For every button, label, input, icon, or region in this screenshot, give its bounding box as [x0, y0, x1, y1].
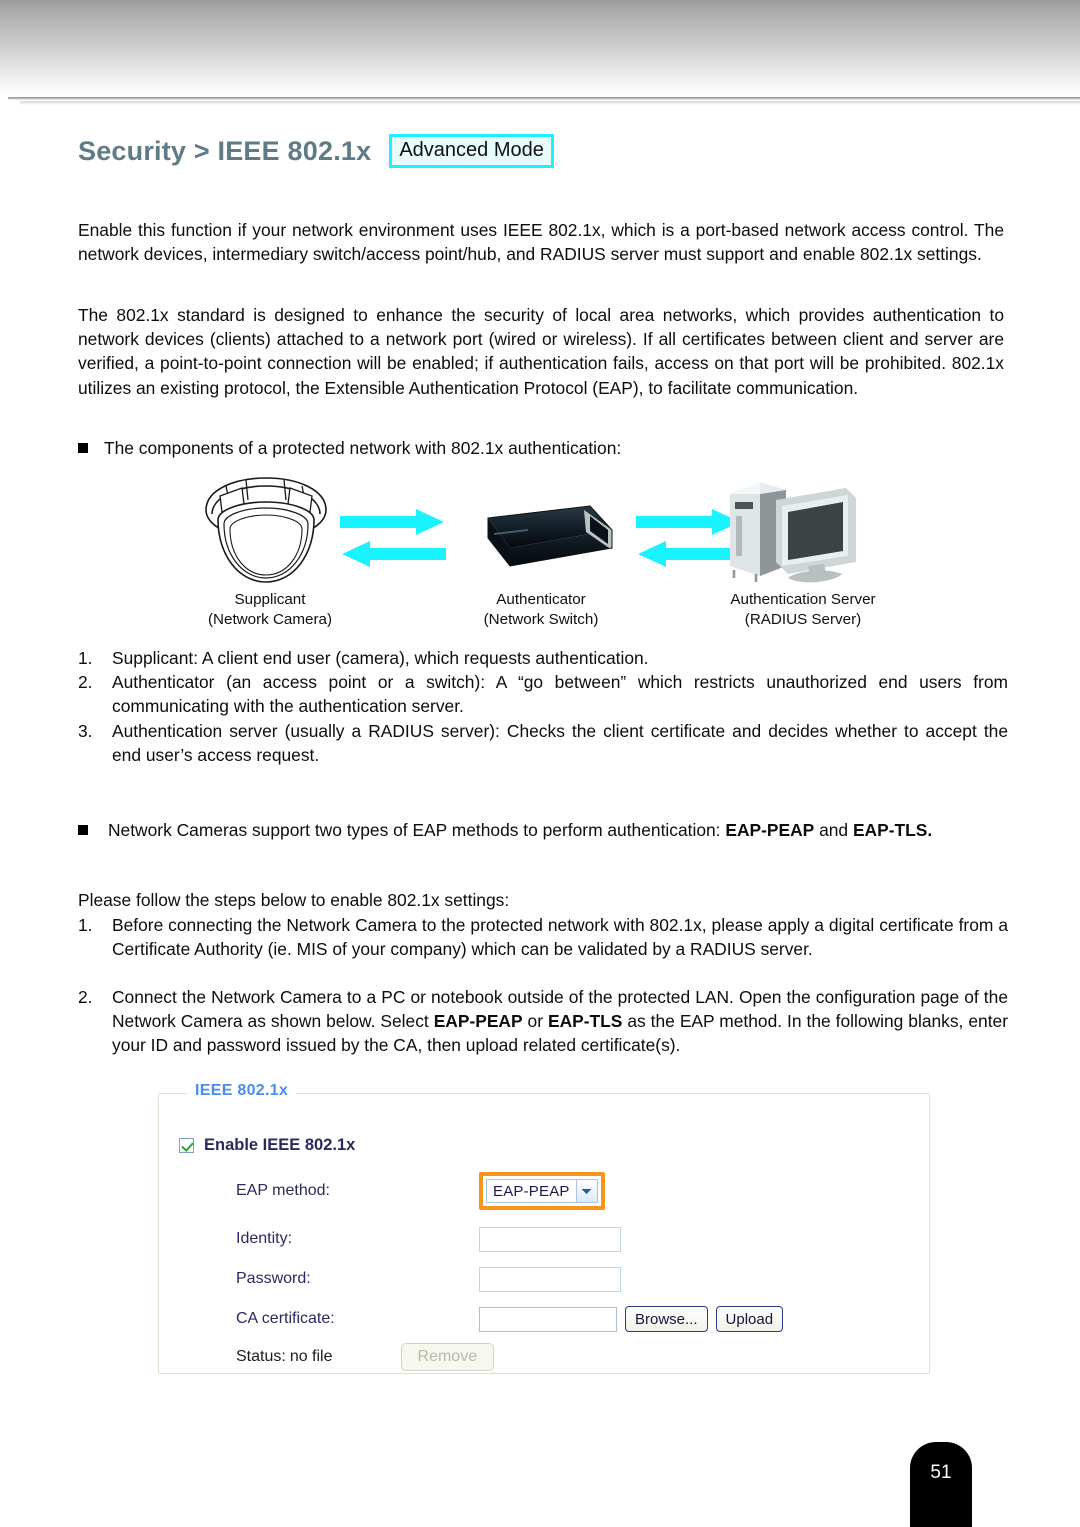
diagram-label-authenticator-title: Authenticator — [496, 591, 586, 608]
step-two-eap-tls: EAP-TLS — [547, 1011, 623, 1032]
status-label: Status: — [236, 1348, 286, 1365]
arrow-pair-camera-switch — [340, 508, 446, 570]
password-row: Password: — [179, 1262, 911, 1296]
components-bullet-text: The components of a protected network wi… — [104, 438, 622, 458]
page-title-row: Security > IEEE 802.1x Advanced Mode — [78, 134, 554, 168]
identity-input[interactable] — [479, 1226, 621, 1252]
page-title: Security > IEEE 802.1x — [78, 135, 372, 166]
ca-certificate-label: CA certificate: — [236, 1310, 335, 1327]
password-input[interactable] — [479, 1266, 621, 1292]
authentication-flow-diagram: Supplicant (Network Camera) Authenticato… — [78, 468, 1004, 628]
chevron-down-icon[interactable] — [575, 1180, 597, 1202]
eap-methods-text-end: . — [927, 820, 933, 840]
eap-methods-text-pre: Network Cameras support two types of EAP… — [108, 820, 726, 840]
page-banner — [0, 0, 1080, 96]
password-label: Password: — [236, 1270, 311, 1287]
remove-button[interactable]: Remove — [400, 1343, 495, 1371]
diagram-label-auth-server-title: Authentication Server — [730, 591, 876, 608]
intro-paragraph-1: Enable this function if your network env… — [78, 220, 1004, 265]
steps-intro: Please follow the steps below to enable … — [78, 890, 510, 910]
enable-ieee8021x-label: Enable IEEE 802.1x — [204, 1136, 356, 1154]
banner-divider — [8, 97, 1080, 100]
list-item-number: 3. — [78, 720, 93, 741]
diagram-label-authenticator: Authenticator (Network Switch) — [461, 590, 621, 630]
server-workstation-icon — [716, 474, 864, 591]
ca-certificate-row: CA certificate: Browse... Upload — [179, 1302, 911, 1336]
diagram-label-supplicant: Supplicant (Network Camera) — [190, 590, 350, 630]
steps-numbered-list: 1. Before connecting the Network Camera … — [78, 913, 1008, 961]
eap-method-value: EAP-PEAP — [493, 1182, 570, 1200]
ca-certificate-input[interactable] — [479, 1306, 617, 1332]
components-numbered-list: 1. Supplicant: A client end user (camera… — [78, 646, 1008, 767]
eap-methods-bullet: Network Cameras support two types of EAP… — [78, 818, 1004, 842]
list-item: 1. Before connecting the Network Camera … — [78, 913, 1008, 961]
list-item-number: 1. — [78, 648, 93, 668]
diagram-label-authenticator-sub: (Network Switch) — [483, 611, 599, 628]
browse-button[interactable]: Browse... — [625, 1306, 708, 1332]
eap-tls-emphasis: EAP-TLS — [852, 820, 928, 840]
diagram-label-supplicant-title: Supplicant — [234, 591, 306, 608]
list-item-text: Supplicant: A client end user (camera), … — [112, 648, 649, 668]
enable-ieee8021x-checkbox[interactable] — [179, 1138, 194, 1153]
status-row: Status: no file Remove — [179, 1340, 911, 1374]
intro-paragraph-2: The 802.1x standard is designed to enhan… — [78, 305, 1004, 398]
step-two-text-part2: or — [522, 1011, 548, 1032]
list-item-text: Authenticator (an access point or a swit… — [112, 672, 1008, 717]
diagram-labels: Supplicant (Network Camera) Authenticato… — [78, 590, 1004, 636]
advanced-mode-badge: Advanced Mode — [389, 134, 554, 168]
page-number: 51 — [930, 1462, 952, 1483]
diagram-label-auth-server-sub: (RADIUS Server) — [744, 611, 862, 628]
page-number-tab: 51 — [910, 1442, 972, 1527]
eap-method-highlight: EAP-PEAP — [479, 1172, 605, 1210]
list-item: 2. Authenticator (an access point or a s… — [78, 670, 1008, 718]
list-item-text: Authentication server (usually a RADIUS … — [112, 720, 1008, 765]
eap-methods-text-mid: and — [814, 820, 853, 840]
identity-row: Identity: — [179, 1222, 911, 1256]
panel-legend: IEEE 802.1x — [187, 1082, 297, 1100]
eap-method-label: EAP method: — [236, 1182, 330, 1199]
bullet-square-icon — [78, 443, 88, 453]
network-switch-icon — [466, 504, 616, 587]
eap-method-row: EAP method: EAP-PEAP — [179, 1172, 911, 1210]
diagram-label-supplicant-sub: (Network Camera) — [207, 611, 333, 628]
list-item-number: 2. — [78, 987, 93, 1007]
step-two-eap-peap: EAP-PEAP — [433, 1011, 523, 1032]
identity-label: Identity: — [236, 1230, 293, 1247]
list-item: 2. Connect the Network Camera to a PC or… — [78, 985, 1008, 1058]
components-bullet: The components of a protected network wi… — [78, 436, 1004, 460]
list-item-text: Before connecting the Network Camera to … — [112, 915, 1008, 960]
enable-ieee8021x-row[interactable]: Enable IEEE 802.1x — [179, 1136, 355, 1155]
step-two-block: 2. Connect the Network Camera to a PC or… — [78, 985, 1008, 1058]
list-item: 1. Supplicant: A client end user (camera… — [78, 646, 1008, 670]
diagram-label-auth-server: Authentication Server (RADIUS Server) — [703, 590, 903, 630]
eap-method-select[interactable]: EAP-PEAP — [486, 1179, 598, 1203]
ieee-8021x-settings-panel: IEEE 802.1x Enable IEEE 802.1x EAP metho… — [158, 1082, 930, 1374]
list-item: 3. Authentication server (usually a RADI… — [78, 719, 1008, 767]
list-item-number: 1. — [78, 915, 93, 935]
upload-button[interactable]: Upload — [715, 1306, 784, 1332]
banner-divider-secondary — [20, 101, 1080, 105]
bullet-square-icon — [78, 825, 88, 835]
eap-peap-emphasis: EAP-PEAP — [725, 820, 815, 840]
status-value: no file — [289, 1348, 333, 1365]
list-item-number: 2. — [78, 672, 93, 693]
dome-camera-icon — [196, 474, 336, 591]
